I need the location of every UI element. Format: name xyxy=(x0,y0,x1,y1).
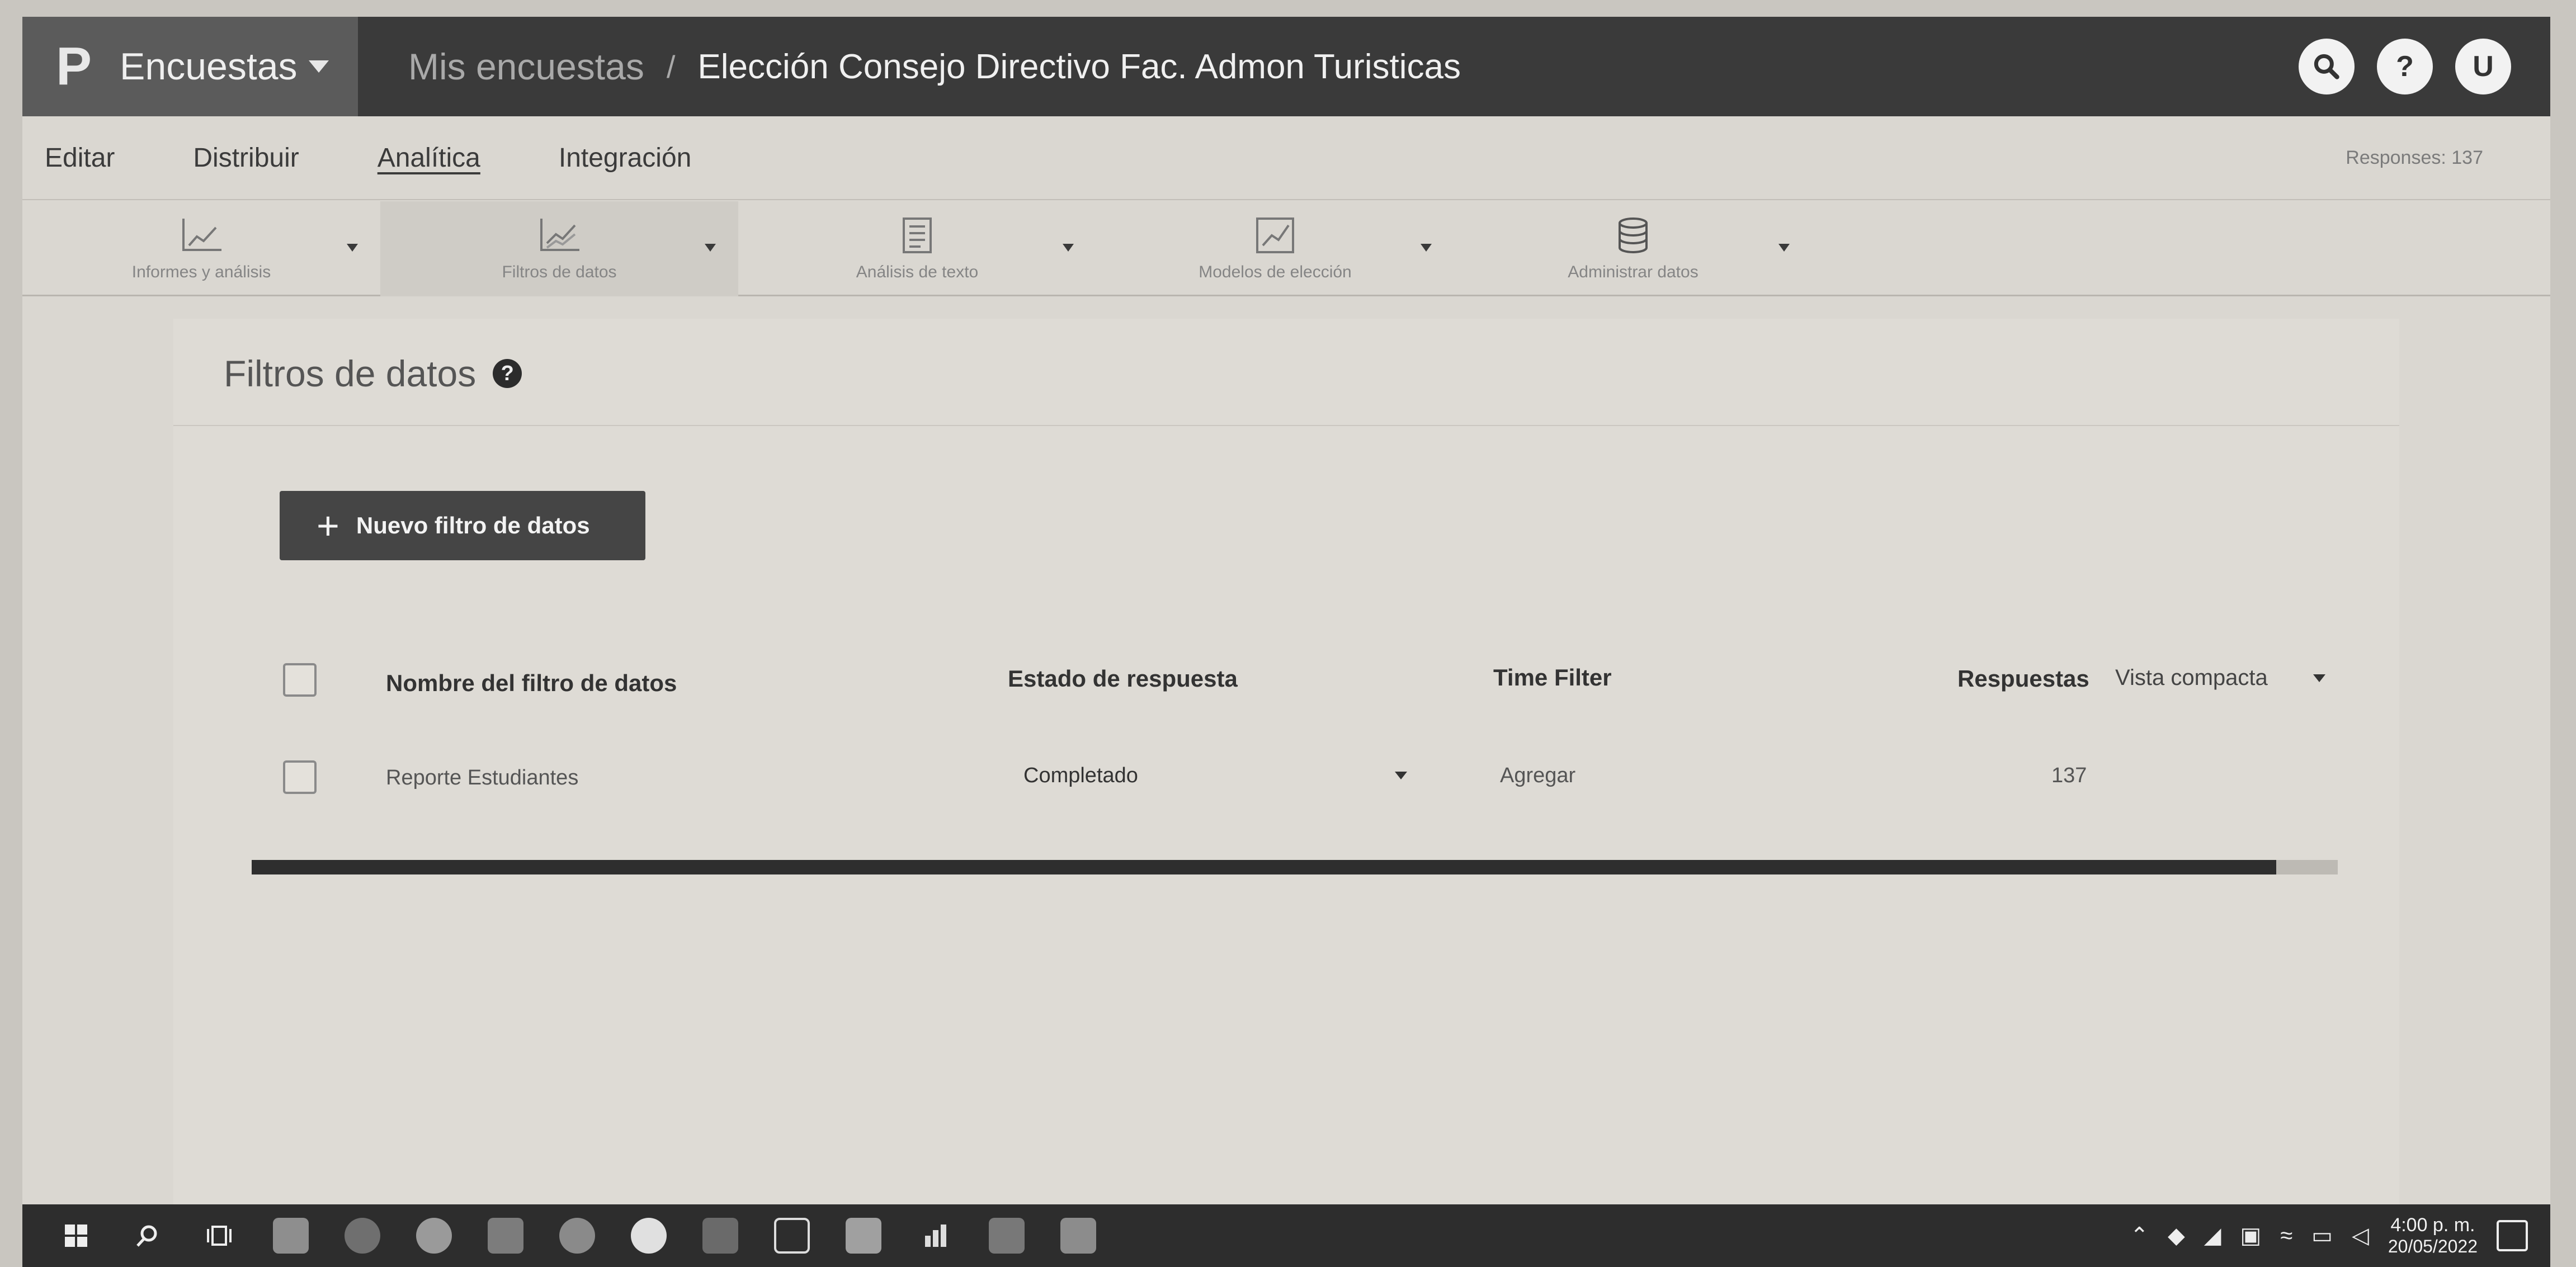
response-status-select[interactable]: Completado xyxy=(1023,764,1138,788)
tool-label: Informes y análisis xyxy=(131,263,271,281)
tool-label: Análisis de texto xyxy=(856,263,979,281)
volume-icon[interactable]: ◁ xyxy=(2352,1223,2369,1249)
top-bar: P Encuestas Mis encuestas / Elección Con… xyxy=(22,17,2550,116)
breadcrumb-separator: / xyxy=(666,49,676,84)
outlook-icon[interactable] xyxy=(488,1218,523,1254)
system-clock[interactable]: 4:00 p. m. 20/05/2022 xyxy=(2388,1214,2478,1257)
clock-date: 20/05/2022 xyxy=(2388,1236,2478,1256)
file-explorer-icon[interactable] xyxy=(273,1218,309,1254)
page-title: Filtros de datos ? xyxy=(224,352,522,395)
data-filter-icon xyxy=(540,219,579,251)
network-icon[interactable]: ◢ xyxy=(2204,1223,2221,1249)
tool-manage-data[interactable]: Administrar datos xyxy=(1454,201,1812,296)
security-icon[interactable] xyxy=(774,1218,810,1254)
help-button[interactable]: ? xyxy=(2377,39,2433,94)
app-logo: P xyxy=(56,36,92,96)
text-analysis-icon xyxy=(903,218,932,253)
divider xyxy=(173,425,2399,426)
windows-taskbar: ⌃ ◆ ◢ ▣ ≈ ▭ ◁ 4:00 p. m. 20/05/2022 xyxy=(22,1204,2550,1267)
chevron-down-icon xyxy=(308,60,329,73)
tool-reports[interactable]: Informes y análisis xyxy=(22,201,380,296)
menu-integration[interactable]: Integración xyxy=(559,143,692,173)
horizontal-scrollbar[interactable] xyxy=(252,860,2338,874)
system-tray: ⌃ ◆ ◢ ▣ ≈ ▭ ◁ 4:00 p. m. 20/05/2022 xyxy=(2130,1214,2550,1257)
search-button[interactable] xyxy=(2299,39,2355,94)
power-bi-icon[interactable] xyxy=(917,1218,953,1254)
survey-title: Elección Consejo Directivo Fac. Admon Tu… xyxy=(697,47,1461,86)
app-icon[interactable] xyxy=(631,1218,667,1254)
menu-edit[interactable]: Editar xyxy=(45,143,115,173)
edge-icon[interactable] xyxy=(345,1218,380,1254)
main-menu: Editar Distribuir Analítica Integración … xyxy=(22,116,2550,200)
column-header-time-filter[interactable]: Time Filter xyxy=(1493,664,1612,691)
help-icon: ? xyxy=(2396,50,2414,83)
search-icon[interactable] xyxy=(130,1218,166,1254)
chevron-down-icon[interactable] xyxy=(2313,674,2325,682)
chevron-down-icon[interactable] xyxy=(705,244,716,252)
chevron-down-icon[interactable] xyxy=(347,244,358,252)
shield-icon[interactable]: ◆ xyxy=(2168,1223,2185,1249)
tool-text-analysis[interactable]: Análisis de texto xyxy=(738,201,1096,296)
chevron-down-icon[interactable] xyxy=(1778,244,1790,252)
help-icon[interactable]: ? xyxy=(493,359,522,388)
clock-time: 4:00 p. m. xyxy=(2390,1214,2475,1236)
tool-label: Filtros de datos xyxy=(502,263,617,281)
column-header-name[interactable]: Nombre del filtro de datos xyxy=(386,670,677,697)
battery-icon[interactable]: ▭ xyxy=(2311,1223,2333,1249)
menu-analytics[interactable]: Analítica xyxy=(378,143,480,173)
menu-distribute[interactable]: Distribuir xyxy=(193,143,299,173)
row-checkbox[interactable] xyxy=(283,760,317,794)
display-icon[interactable]: ▣ xyxy=(2240,1223,2262,1249)
windows-start-icon[interactable] xyxy=(58,1218,94,1254)
scrollbar-thumb[interactable] xyxy=(252,860,2276,874)
chevron-down-icon[interactable] xyxy=(1395,772,1407,779)
select-all-checkbox[interactable] xyxy=(283,663,317,697)
column-header-responses[interactable]: Respuestas xyxy=(1957,665,2089,692)
breadcrumb-my-surveys[interactable]: Mis encuestas xyxy=(408,45,644,88)
responses-count: Responses: 137 xyxy=(2346,146,2483,168)
chevron-down-icon[interactable] xyxy=(1063,244,1074,252)
word-icon[interactable] xyxy=(1060,1218,1096,1254)
new-data-filter-label: Nuevo filtro de datos xyxy=(356,512,590,538)
app-icon[interactable] xyxy=(846,1218,881,1254)
view-mode-select[interactable]: Vista compacta xyxy=(2115,665,2268,691)
filter-name-link[interactable]: Reporte Estudiantes xyxy=(386,766,578,790)
tool-choice-models[interactable]: Modelos de elección xyxy=(1096,201,1454,296)
column-header-status[interactable]: Estado de respuesta xyxy=(1008,665,1238,692)
search-icon xyxy=(2314,54,2339,79)
tool-data-filters[interactable]: Filtros de datos xyxy=(380,201,738,296)
teams-icon[interactable] xyxy=(989,1218,1025,1254)
wifi-icon[interactable]: ≈ xyxy=(2280,1223,2292,1249)
analytics-toolbar: Informes y análisis Filtros de datos Aná… xyxy=(22,201,2550,296)
user-avatar-button[interactable]: U xyxy=(2455,39,2511,94)
tool-label: Administrar datos xyxy=(1568,263,1699,281)
excel-icon[interactable] xyxy=(702,1218,738,1254)
database-icon xyxy=(1619,218,1648,253)
choice-model-icon xyxy=(1256,218,1294,253)
report-chart-icon xyxy=(182,219,221,251)
breadcrumb: Mis encuestas / Elección Consejo Directi… xyxy=(358,45,1461,88)
product-name: Encuestas xyxy=(120,45,298,88)
plus-icon: + xyxy=(317,504,339,547)
tool-label: Modelos de elección xyxy=(1199,263,1352,281)
firefox-icon[interactable] xyxy=(559,1218,595,1254)
time-filter-add-link[interactable]: Agregar xyxy=(1500,764,1575,788)
task-view-icon[interactable] xyxy=(201,1218,237,1254)
chevron-up-icon[interactable]: ⌃ xyxy=(2130,1223,2149,1249)
chrome-icon[interactable] xyxy=(416,1218,452,1254)
product-switcher[interactable]: P Encuestas xyxy=(22,17,358,116)
screen: P Encuestas Mis encuestas / Elección Con… xyxy=(22,17,2550,1267)
user-avatar: U xyxy=(2473,50,2494,83)
new-data-filter-button[interactable]: + Nuevo filtro de datos xyxy=(280,491,645,560)
chevron-down-icon[interactable] xyxy=(1421,244,1432,252)
header-actions: ? U xyxy=(2299,39,2550,94)
responses-value: 137 xyxy=(2051,764,2087,787)
page-title-text: Filtros de datos xyxy=(224,353,476,394)
notifications-icon[interactable] xyxy=(2497,1220,2528,1251)
